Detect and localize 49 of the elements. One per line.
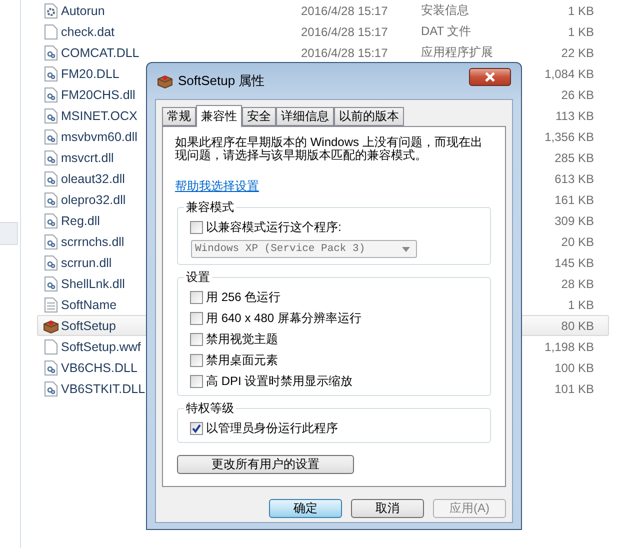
file-size: 1 KB	[566, 24, 594, 38]
file-name: VB6CHS.DLL	[61, 360, 138, 374]
file-date: 2016/4/28 15:17	[301, 4, 389, 18]
file-type: DAT 文件	[421, 23, 472, 40]
file-name: SoftName	[61, 298, 117, 312]
file-size: 101 KB	[554, 382, 594, 396]
file-name: ShellLnk.dll	[61, 276, 125, 290]
file-name: FM20.DLL	[61, 66, 120, 80]
file-size: 26 KB	[560, 88, 594, 102]
file-name: scrrnchs.dll	[61, 234, 124, 248]
file-size: 613 KB	[554, 172, 594, 186]
file-name: scrrun.dll	[61, 256, 112, 270]
file-name: COMCAT.DLL	[61, 46, 140, 60]
window-title: SoftSetup 属性	[178, 72, 266, 90]
file-size: 20 KB	[560, 234, 594, 248]
description-text: 如果此程序在早期版本的 Windows 上没有问题，而现在出现问题，请选择与该早期版本匹配的兼容模式。	[175, 136, 484, 162]
file-type: 安装信息	[421, 2, 470, 19]
file-date: 2016/4/28 15:17	[301, 46, 389, 60]
file-name: msvbvm60.dll	[61, 130, 138, 144]
file-size: 80 KB	[560, 318, 594, 332]
file-size: 309 KB	[554, 214, 594, 228]
file-size: 1 KB	[566, 4, 594, 18]
file-name: VB6STKIT.DLL	[61, 382, 146, 396]
file-date: 2016/4/28 15:17	[301, 24, 389, 38]
file-size: 1 KB	[566, 298, 594, 312]
file-size: 145 KB	[554, 256, 594, 270]
group-title: 兼容模式	[185, 199, 235, 216]
file-size: 1,198 KB	[544, 340, 594, 354]
group-title: 设置	[185, 269, 211, 286]
file-size: 100 KB	[554, 360, 594, 374]
file-name: Autorun	[61, 4, 105, 18]
file-name: MSINET.OCX	[61, 108, 138, 122]
file-name: oleaut32.dll	[61, 172, 125, 186]
file-name: SoftSetup.wwf	[61, 340, 141, 354]
file-size: 22 KB	[560, 46, 594, 60]
file-size: 1,356 KB	[544, 130, 594, 144]
file-size: 28 KB	[560, 276, 594, 290]
file-name: FM20CHS.dll	[61, 88, 136, 102]
file-name: olepro32.dll	[61, 192, 126, 206]
group-title: 特权等级	[185, 400, 235, 417]
file-type: 应用程序扩展	[421, 44, 494, 61]
file-size: 113 KB	[554, 108, 594, 122]
file-name: Reg.dll	[61, 214, 100, 228]
file-size: 285 KB	[554, 150, 594, 164]
file-size: 161 KB	[554, 192, 594, 206]
file-name: check.dat	[61, 24, 115, 38]
file-size: 1,084 KB	[544, 66, 594, 80]
file-name: SoftSetup	[61, 318, 116, 332]
file-name: msvcrt.dll	[61, 150, 114, 164]
